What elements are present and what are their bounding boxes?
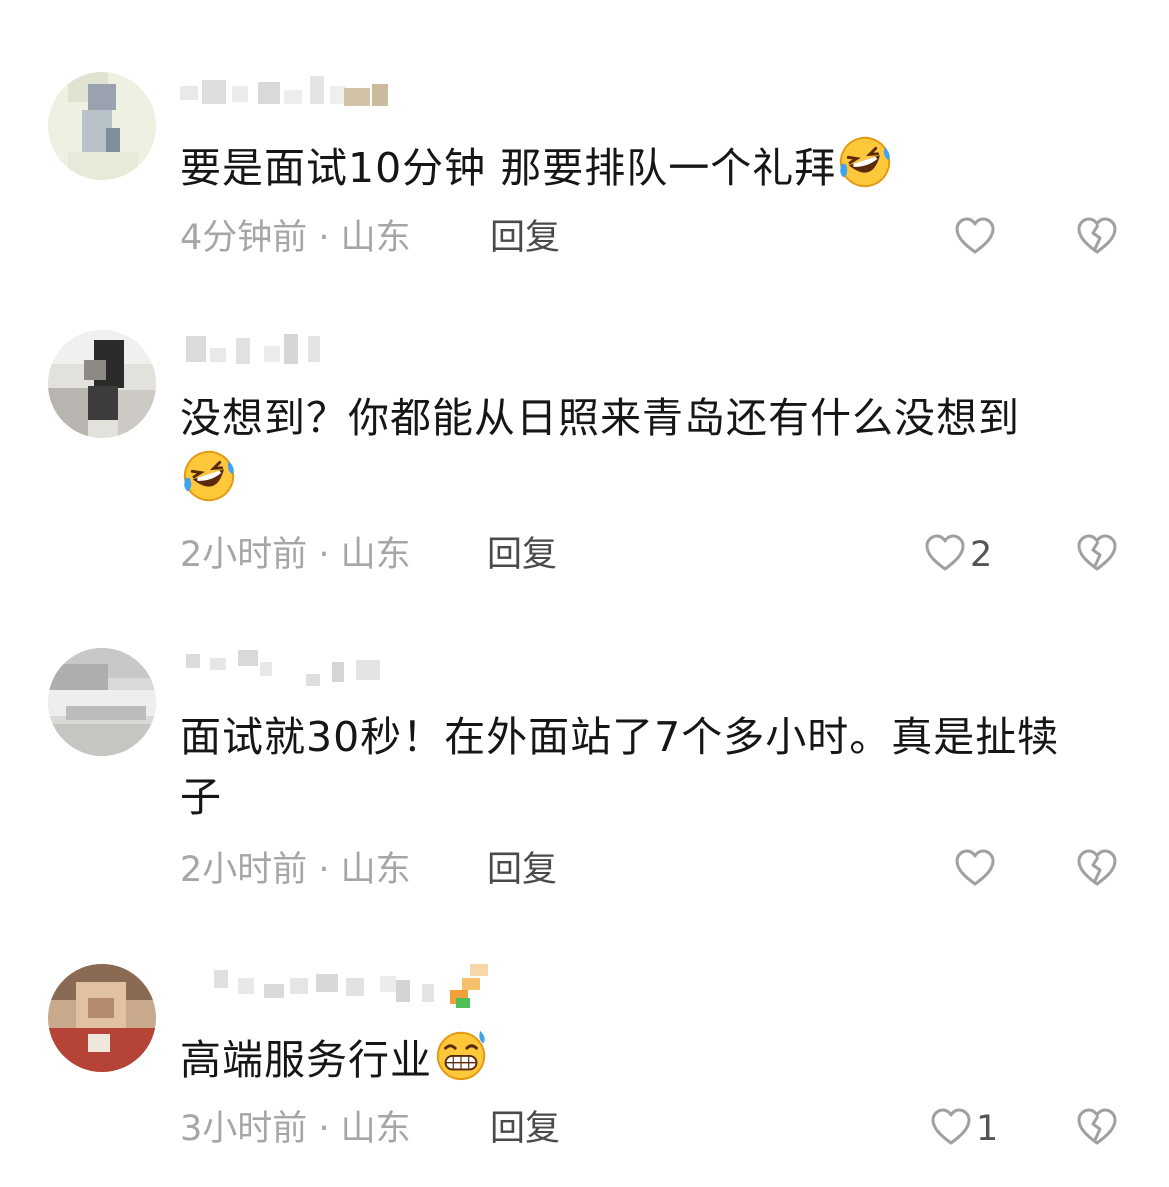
reply-button[interactable]: 回复	[487, 530, 557, 580]
rofl-emoji-icon	[836, 134, 894, 188]
grinning-sweat-emoji-icon	[432, 1026, 490, 1081]
time-location: 2小时前 · 山东	[180, 535, 411, 575]
comment-text: 面试就30秒！在外面站了7个多小时。真是扯犊子	[180, 707, 1100, 827]
heart-outline-icon	[954, 848, 996, 892]
like-count: 1	[976, 1109, 999, 1149]
avatar[interactable]	[48, 72, 156, 180]
dislike-button[interactable]	[1076, 845, 1118, 895]
username-blurred[interactable]	[180, 648, 520, 688]
like-button[interactable]: 1	[930, 1104, 998, 1154]
broken-heart-icon	[1076, 216, 1118, 260]
reply-button[interactable]: 回复	[490, 1104, 560, 1154]
broken-heart-icon	[1076, 848, 1118, 892]
comment-text-body: 要是面试10分钟 那要排队一个礼拜	[180, 144, 837, 192]
heart-outline-icon	[930, 1107, 972, 1151]
comment-text-body: 高端服务行业	[180, 1036, 432, 1084]
heart-outline-icon	[924, 533, 966, 577]
time-location: 3小时前 · 山东	[180, 1109, 411, 1149]
username-blurred[interactable]	[180, 960, 520, 1008]
broken-heart-icon	[1076, 1107, 1118, 1151]
rofl-emoji-icon	[180, 448, 238, 502]
comment-text: 没想到？你都能从日照来青岛还有什么没想到	[180, 388, 1110, 512]
like-count: 2	[970, 535, 993, 575]
like-button[interactable]	[954, 845, 1000, 895]
comment-text: 高端服务行业	[180, 1026, 1110, 1090]
avatar[interactable]	[48, 330, 156, 438]
dislike-button[interactable]	[1076, 530, 1118, 580]
comment-text: 要是面试10分钟 那要排队一个礼拜	[180, 134, 1110, 198]
broken-heart-icon	[1076, 533, 1118, 577]
reply-button[interactable]: 回复	[490, 213, 560, 263]
like-button[interactable]	[954, 213, 1000, 263]
dislike-button[interactable]	[1076, 213, 1118, 263]
time-location: 2小时前 · 山东	[180, 850, 411, 890]
heart-outline-icon	[954, 216, 996, 260]
avatar[interactable]	[48, 964, 156, 1072]
comment-text-body: 没想到？你都能从日照来青岛还有什么没想到	[180, 394, 1020, 442]
username-blurred[interactable]	[180, 72, 520, 112]
dislike-button[interactable]	[1076, 1104, 1118, 1154]
time-location: 4分钟前 · 山东	[180, 218, 411, 258]
like-button[interactable]: 2	[924, 530, 992, 580]
comment-text-body: 面试就30秒！在外面站了7个多小时。真是扯犊子	[180, 713, 1060, 821]
reply-button[interactable]: 回复	[487, 845, 557, 895]
username-blurred[interactable]	[180, 330, 520, 370]
avatar[interactable]	[48, 648, 156, 756]
